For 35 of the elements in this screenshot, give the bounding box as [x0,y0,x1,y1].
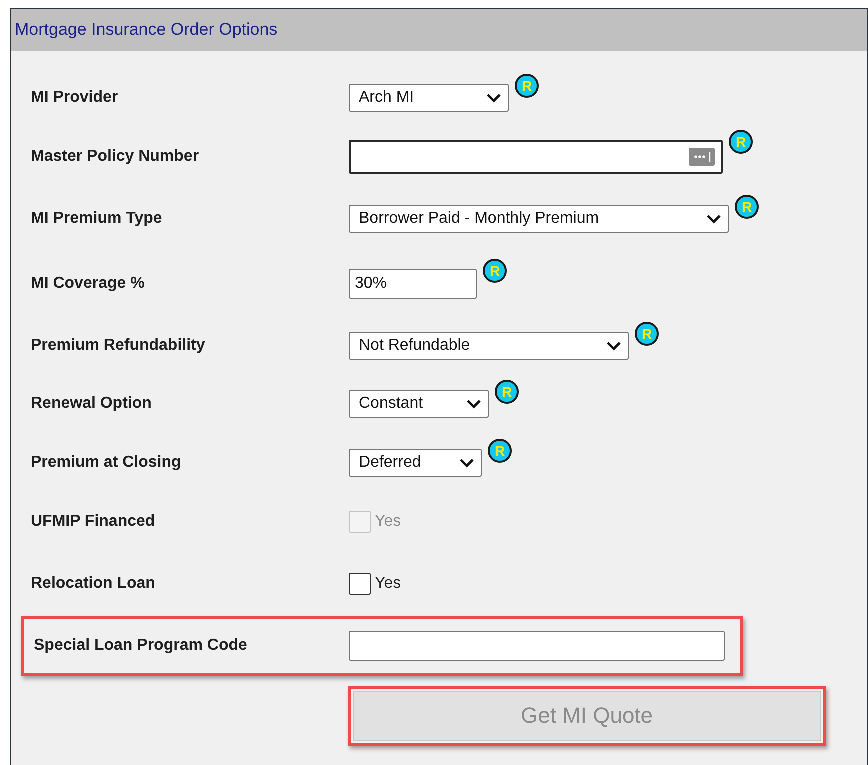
field-label: Master Policy Number [31,148,200,166]
field-label: Special Loan Program Code [34,637,248,655]
field-label: Premium Refundability [31,336,206,354]
help-icon[interactable]: R [495,380,519,404]
field-label: Relocation Loan [31,575,156,593]
field-label: Premium at Closing [31,454,182,472]
checkbox-label: Yes [375,575,402,593]
text-field[interactable] [349,140,723,174]
help-icon[interactable]: R [635,322,659,346]
chevron-down-icon [459,458,475,468]
field-label: UFMIP Financed [31,513,156,531]
field-label: MI Coverage % [31,274,146,292]
chevron-down-icon [606,340,622,350]
help-icon[interactable]: R [488,438,512,462]
checkbox-label: Yes [375,513,402,531]
help-icon[interactable]: R [729,130,753,154]
text-field[interactable]: 30% [349,268,477,298]
dropdown[interactable]: Arch MI [349,84,509,112]
field-label: MI Premium Type [31,210,164,228]
field-label: Renewal Option [31,395,153,413]
help-icon[interactable]: R [483,258,507,282]
dropdown[interactable]: Borrower Paid - Monthly Premium [349,204,729,232]
chevron-down-icon [706,214,722,224]
checkbox[interactable] [349,573,371,595]
help-icon[interactable]: R [735,194,759,218]
ellipsis-icon[interactable] [689,148,715,166]
text-field[interactable] [349,631,725,661]
dropdown[interactable]: Not Refundable [349,332,629,360]
chevron-down-icon [466,399,482,409]
chevron-down-icon [486,92,502,102]
field-label: MI Provider [31,88,120,106]
dropdown[interactable]: Deferred [349,448,482,476]
dropdown[interactable]: Constant [349,390,489,418]
panel-header: Mortgage Insurance Order Options [11,9,867,51]
help-icon[interactable]: R [515,74,539,98]
